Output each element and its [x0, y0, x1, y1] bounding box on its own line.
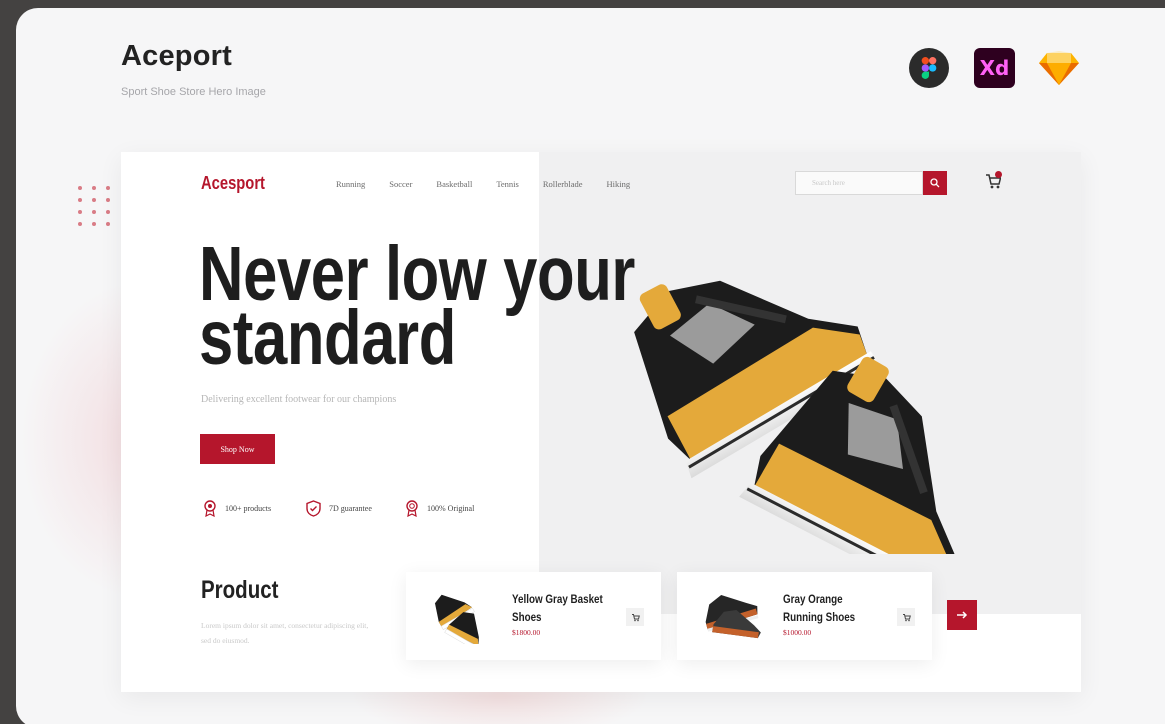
search-button[interactable] — [923, 171, 947, 195]
feature-guarantee: 7D guarantee — [306, 500, 372, 517]
sketch-icon[interactable] — [1039, 48, 1079, 88]
product-price: $1800.00 — [512, 628, 541, 637]
hero-shoes-image — [634, 280, 956, 554]
cart-icon — [631, 613, 640, 621]
nav-item-soccer[interactable]: Soccer — [389, 179, 412, 189]
product-section-title: Product — [201, 576, 279, 604]
product-card[interactable]: Yellow Gray Basket Shoes $1800.00 — [406, 572, 661, 660]
add-to-cart-button[interactable] — [897, 608, 915, 626]
search-icon — [930, 178, 940, 188]
main-nav: Running Soccer Basketball Tennis Rollerb… — [336, 179, 630, 189]
nav-item-running[interactable]: Running — [336, 179, 365, 189]
shop-now-button[interactable]: Shop Now — [200, 434, 275, 464]
feature-original: 100% Original — [405, 500, 474, 517]
decor-dots — [78, 186, 110, 226]
cart-badge — [995, 171, 1002, 178]
add-to-cart-button[interactable] — [626, 608, 644, 626]
product-image — [434, 594, 479, 644]
adobe-xd-icon[interactable]: Xd — [974, 48, 1015, 88]
arrow-right-icon — [957, 611, 968, 619]
hero-card: Acesport Running Soccer Basketball Tenni… — [121, 152, 1081, 692]
search-bar: Search here — [795, 171, 947, 195]
search-input[interactable]: Search here — [795, 171, 923, 195]
product-name: Yellow Gray Basket Shoes — [512, 592, 603, 624]
figma-icon[interactable] — [909, 48, 949, 88]
showcase-title: Aceport — [121, 40, 232, 72]
site-logo[interactable]: Acesport — [201, 173, 265, 194]
product-price: $1000.00 — [783, 628, 812, 637]
cart-icon — [902, 613, 911, 621]
next-products-button[interactable] — [947, 600, 977, 630]
hero-headline: Never low your standard — [199, 231, 636, 381]
nav-item-rollerblade[interactable]: Rollerblade — [543, 179, 583, 189]
nav-item-basketball[interactable]: Basketball — [436, 179, 472, 189]
hero-tagline: Delivering excellent footwear for our ch… — [201, 394, 397, 405]
award-icon — [406, 500, 418, 517]
shield-icon — [306, 500, 321, 517]
product-section-description: Lorem ipsum dolor sit amet, consectetur … — [201, 621, 369, 645]
product-name: Gray Orange Running Shoes — [783, 592, 856, 624]
nav-item-hiking[interactable]: Hiking — [607, 179, 631, 189]
product-image — [705, 595, 761, 639]
feature-products: 100+ products — [203, 500, 271, 517]
badge-icon — [204, 500, 216, 517]
product-card[interactable]: Gray Orange Running Shoes $1000.00 — [677, 572, 932, 660]
showcase-subtitle: Sport Shoe Store Hero Image — [121, 86, 266, 98]
nav-item-tennis[interactable]: Tennis — [496, 179, 519, 189]
